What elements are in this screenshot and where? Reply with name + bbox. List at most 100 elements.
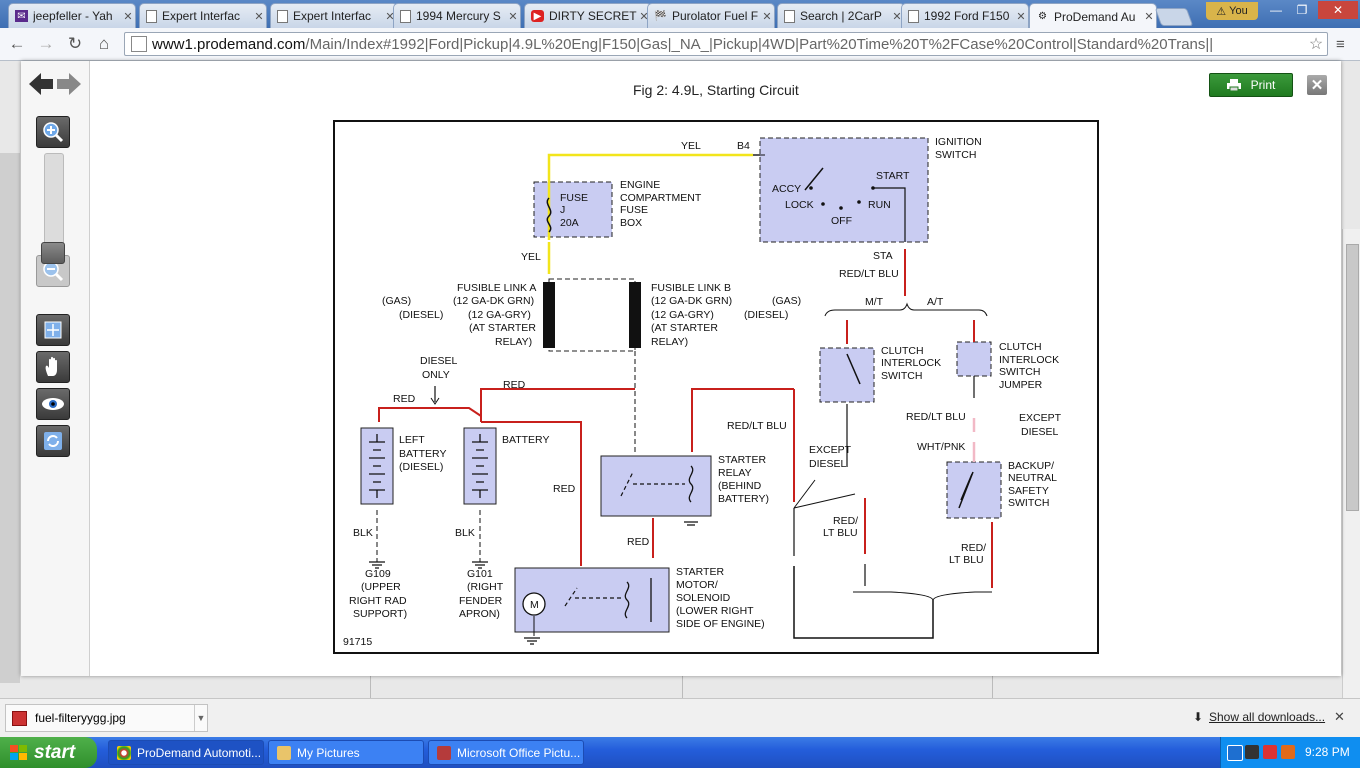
page-scrollbar[interactable]	[1342, 229, 1360, 698]
page-icon	[908, 9, 919, 23]
tab-prodemand[interactable]: ⚙ ProDemand Au ✕	[1029, 3, 1157, 29]
svg-text:(GAS): (GAS)	[382, 295, 411, 307]
mt-at-bracket	[824, 302, 988, 317]
system-clock[interactable]: 9:28 PM	[1305, 745, 1350, 759]
show-all-downloads-link[interactable]: ⬇ Show all downloads...	[1193, 710, 1325, 724]
download-arrow-icon: ⬇	[1193, 710, 1204, 724]
svg-text:RELAY): RELAY)	[495, 336, 532, 348]
svg-text:SUPPORT): SUPPORT)	[353, 608, 407, 620]
close-window-button[interactable]: ✕	[1318, 1, 1358, 19]
tab-dirty-secret[interactable]: ▶ DIRTY SECRET ✕	[524, 3, 652, 28]
tab-close-icon[interactable]: ✕	[121, 10, 135, 23]
zoom-slider-knob[interactable]	[41, 242, 65, 264]
zoom-in-button[interactable]	[36, 116, 70, 148]
home-button[interactable]: ⌂	[93, 33, 115, 55]
warning-icon: ⚠	[1216, 5, 1227, 18]
svg-text:SWITCH: SWITCH	[1008, 497, 1049, 509]
svg-text:G109: G109	[365, 568, 391, 580]
minimize-button[interactable]: —	[1263, 1, 1289, 19]
figure-title: Fig 2: 4.9L, Starting Circuit	[633, 82, 799, 98]
svg-text:RED/: RED/	[833, 515, 858, 527]
prev-next-arrows	[27, 71, 83, 97]
new-tab-button[interactable]	[1154, 8, 1194, 26]
fit-screen-icon	[44, 321, 62, 339]
tab-expert-interface-2[interactable]: Expert Interfac ✕	[270, 3, 398, 28]
reload-button[interactable]: ↻	[64, 33, 86, 55]
page-icon	[400, 9, 411, 23]
svg-text:LT BLU: LT BLU	[949, 554, 984, 566]
next-image-button[interactable]	[55, 71, 83, 97]
svg-text:RED: RED	[627, 536, 650, 548]
svg-text:FUSE: FUSE	[560, 192, 588, 204]
svg-text:YEL: YEL	[521, 251, 541, 263]
forward-button[interactable]: →	[35, 33, 57, 55]
svg-text:RED/LT BLU: RED/LT BLU	[727, 420, 787, 432]
tab-purolator[interactable]: 🏁 Purolator Fuel F ✕	[647, 3, 775, 28]
tab-1994-mercury[interactable]: 1994 Mercury S ✕	[393, 3, 521, 28]
tab-yahoo-mail[interactable]: ✉ jeepfeller - Yah ✕	[8, 3, 136, 28]
svg-text:(12 GA-GRY): (12 GA-GRY)	[468, 309, 531, 321]
download-item[interactable]: fuel-filteryygg.jpg ▼	[5, 704, 208, 732]
mail-icon: ✉	[15, 10, 28, 22]
tab-1992-ford[interactable]: 1992 Ford F150 ✕	[901, 3, 1029, 28]
tab-close-icon[interactable]: ✕	[252, 10, 266, 23]
tab-close-icon[interactable]: ✕	[1142, 10, 1156, 23]
tray-chevron-icon[interactable]	[1227, 745, 1243, 761]
svg-text:FUSIBLE LINK B: FUSIBLE LINK B	[651, 282, 731, 294]
svg-text:RELAY): RELAY)	[651, 336, 688, 348]
svg-text:LOCK: LOCK	[785, 199, 814, 211]
svg-text:M: M	[530, 599, 539, 611]
fusible-link-a	[543, 282, 555, 348]
back-button[interactable]: ←	[6, 33, 28, 55]
close-download-bar-button[interactable]: ✕	[1334, 709, 1345, 725]
ground-return-wire	[793, 566, 934, 639]
red-wire-left-battery	[378, 407, 482, 422]
tray-app-icon[interactable]	[1245, 745, 1259, 759]
tab-expert-interface-1[interactable]: Expert Interfac ✕	[139, 3, 267, 28]
tab-close-icon[interactable]: ✕	[760, 10, 774, 23]
svg-text:SIDE OF ENGINE): SIDE OF ENGINE)	[676, 618, 765, 630]
browser-toolbar: ← → ↻ ⌂ www1.prodemand.com/Main/Index#19…	[0, 28, 1360, 61]
tab-close-icon[interactable]: ✕	[1014, 10, 1028, 23]
svg-text:FENDER: FENDER	[459, 595, 503, 607]
fit-to-window-button[interactable]	[36, 314, 70, 346]
previous-image-button[interactable]	[27, 71, 55, 97]
address-bar[interactable]: www1.prodemand.com/Main/Index#1992|Ford|…	[124, 32, 1328, 56]
tray-security-icon[interactable]	[1263, 745, 1277, 759]
user-profile-button[interactable]: ⚠ You	[1206, 2, 1258, 20]
taskbar-item-my-pictures[interactable]: My Pictures	[268, 740, 424, 765]
taskbar-item-prodemand[interactable]: ProDemand Automoti...	[108, 740, 264, 765]
svg-text:SWITCH: SWITCH	[935, 149, 976, 161]
svg-text:(DIESEL): (DIESEL)	[399, 461, 443, 473]
close-viewer-button[interactable]: ✕	[1307, 75, 1327, 95]
svg-text:BLK: BLK	[353, 527, 373, 539]
red-wire-battery	[480, 388, 635, 422]
svg-text:DIESEL: DIESEL	[420, 355, 458, 367]
scrollbar-thumb[interactable]	[1346, 244, 1359, 511]
svg-text:RED/LT BLU: RED/LT BLU	[906, 411, 966, 423]
system-tray: 9:28 PM	[1220, 737, 1360, 768]
print-button[interactable]: Print	[1209, 73, 1293, 97]
svg-text:RED: RED	[393, 393, 416, 405]
tab-close-icon[interactable]: ✕	[506, 10, 520, 23]
start-button[interactable]: start	[0, 737, 97, 768]
rotate-refresh-button[interactable]	[36, 425, 70, 457]
bookmark-star-icon[interactable]: ☆	[1305, 34, 1327, 54]
page-icon	[784, 9, 795, 23]
browser-menu-button[interactable]: ≡	[1336, 36, 1352, 53]
tab-strip: ✉ jeepfeller - Yah ✕ Expert Interfac ✕ E…	[0, 0, 1360, 29]
tray-network-icon[interactable]	[1281, 745, 1295, 759]
svg-text:20A: 20A	[560, 217, 579, 229]
pan-hand-button[interactable]	[36, 351, 70, 383]
taskbar-item-office-picture[interactable]: Microsoft Office Pictu...	[428, 740, 584, 765]
svg-text:EXCEPT: EXCEPT	[809, 444, 852, 456]
download-bar: fuel-filteryygg.jpg ▼ ⬇ Show all download…	[0, 698, 1360, 738]
view-eye-button[interactable]	[36, 388, 70, 420]
wiring-diagram-svg: YEL B4 IGNITION SWITCH ACCY LOCK OFF RUN…	[343, 136, 1062, 648]
tab-search-2carpros[interactable]: Search | 2CarP ✕	[777, 3, 905, 28]
youtube-icon: ▶	[531, 10, 544, 22]
svg-text:INTERLOCK: INTERLOCK	[999, 354, 1059, 366]
download-options-chevron-icon[interactable]: ▼	[194, 705, 207, 731]
maximize-button[interactable]: ❐	[1289, 1, 1315, 19]
svg-text:FUSE: FUSE	[620, 204, 648, 216]
